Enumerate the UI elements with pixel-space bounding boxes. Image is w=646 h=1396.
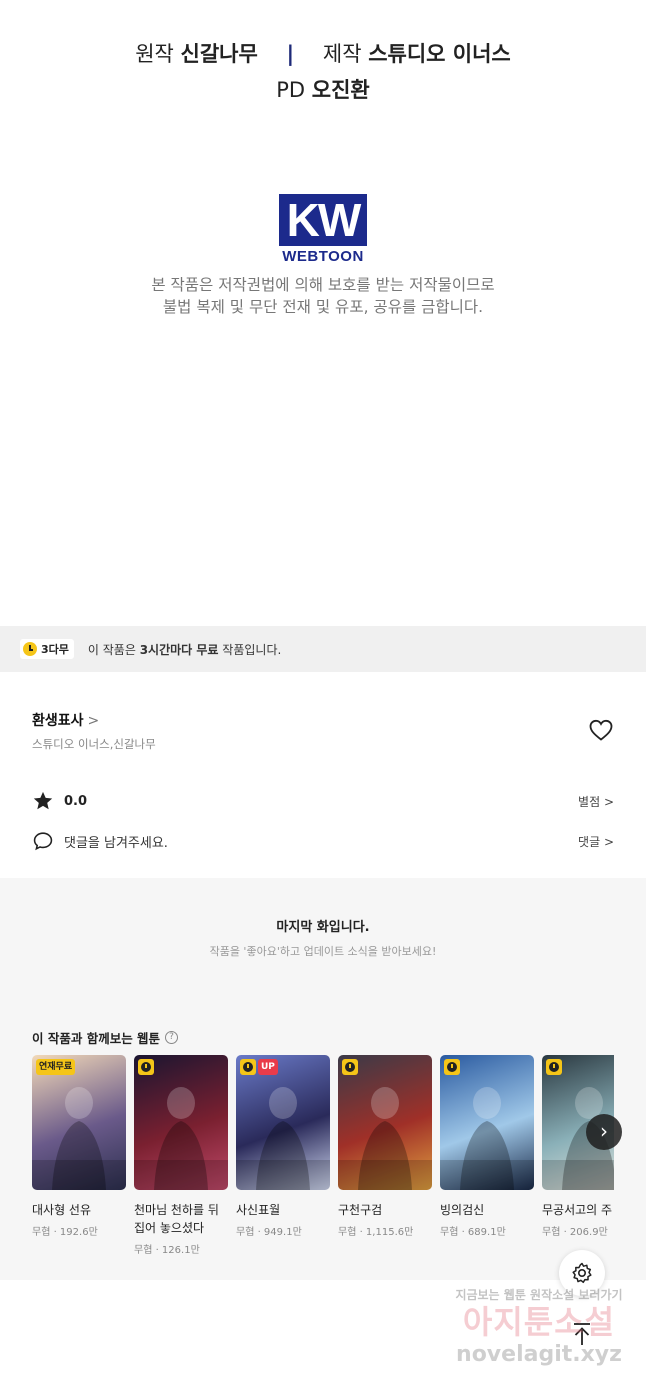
clock-icon: [240, 1059, 256, 1075]
rating-link[interactable]: 별점 >: [578, 793, 614, 810]
watermark-line-1: 지금보는 웹툰 원작소설 보러가기: [455, 1288, 623, 1302]
production-label: 제작: [322, 42, 362, 66]
watermark-line-3: novelagit.xyz: [456, 1342, 622, 1367]
card-title-line-2: 집어 놓으셨다: [134, 1221, 205, 1235]
cover-art: [32, 1087, 126, 1190]
gear-icon: [572, 1262, 592, 1284]
logo-subtext: WEBTOON: [282, 248, 364, 265]
free-notice-bar: 3다무 이 작품은 3시간마다 무료 작품입니다.: [0, 626, 646, 672]
recommendations-panel: 이 작품과 함께보는 웹툰 ? 연재무료 대사형 선유 무협 · 192.6만 천마님…: [0, 994, 646, 1280]
card-title: 빙의검신: [440, 1201, 534, 1219]
clock-icon: [444, 1059, 460, 1075]
comment-row[interactable]: 댓글을 남겨주세요. 댓글 >: [32, 828, 614, 854]
card-meta: 무협 · 192.6만: [32, 1227, 98, 1238]
chevron-right-icon: >: [87, 713, 100, 729]
help-icon[interactable]: ?: [165, 1031, 179, 1044]
last-episode-title: 마지막 화입니다.: [276, 920, 370, 935]
recommendations-title-text: 이 작품과 함께보는 웹툰: [32, 1031, 161, 1046]
notice-text: 이 작품은 3시간마다 무료 작품입니다.: [88, 641, 281, 658]
rating-row: 0.0 별점 >: [32, 788, 614, 814]
card-title: 사신표월: [236, 1201, 330, 1219]
clock-icon: [546, 1059, 562, 1075]
recommendation-card[interactable]: 연재무료대사형 선유무협 · 192.6만: [32, 1055, 126, 1238]
last-episode-notice: 마지막 화입니다. 작품을 '좋아요'하고 업데이트 소식을 받아보세요!: [0, 878, 646, 988]
free-serial-badge: 연재무료: [36, 1059, 76, 1075]
card-title-line-1: 빙의검신: [440, 1203, 485, 1217]
star-icon: [33, 791, 53, 810]
clock-icon: [23, 642, 37, 656]
card-meta: 무협 · 1,115.6만: [338, 1227, 414, 1238]
credits: 원작 신갈나무 | 제작 스튜디오 이너스 PD 오진환: [0, 38, 646, 106]
speech-bubble-icon: [33, 832, 53, 851]
recommendation-card[interactable]: 빙의검신무협 · 689.1만: [440, 1055, 534, 1238]
notice-suffix: 작품입니다.: [218, 642, 282, 657]
card-title-line-1: 구천구검: [338, 1203, 383, 1217]
clock-icon: [342, 1059, 358, 1075]
pd-label: PD: [276, 78, 306, 102]
logo-box: KW: [279, 194, 367, 246]
original-name: 신갈나무: [180, 42, 258, 66]
copyright-line-2: 불법 복제 및 무단 전재 및 유포, 공유를 금합니다.: [162, 298, 484, 316]
last-episode-subtitle: 작품을 '좋아요'하고 업데이트 소식을 받아보세요!: [209, 945, 437, 958]
card-thumbnail: UP: [236, 1055, 330, 1190]
kw-webtoon-logo: KW WEBTOON: [279, 194, 367, 265]
card-title-line-1: 대사형 선유: [32, 1203, 92, 1217]
production-name: 스튜디오 이너스: [368, 42, 511, 66]
card-title: 구천구검: [338, 1201, 432, 1219]
logo-letters: KW: [286, 194, 362, 246]
credit-row-pd: PD 오진환: [0, 74, 646, 106]
work-title: 환생표사: [32, 713, 84, 729]
cover-art: [440, 1087, 534, 1190]
card-title: 대사형 선유: [32, 1201, 126, 1219]
card-thumbnail: [338, 1055, 432, 1190]
recommendation-card[interactable]: 구천구검무협 · 1,115.6만: [338, 1055, 432, 1238]
copyright-line-1: 본 작품은 저작권법에 의해 보호를 받는 저작물이므로: [151, 276, 495, 294]
notice-bold: 3시간마다 무료: [139, 642, 219, 657]
card-title: 무공서고의 주: [542, 1201, 614, 1219]
comment-link[interactable]: 댓글 >: [578, 833, 614, 850]
watermark: 지금보는 웹툰 원작소설 보러가기 아지툰소설 novelagit.xyz: [444, 1286, 634, 1369]
recommendation-card[interactable]: UP 사신표월무협 · 949.1만: [236, 1055, 330, 1238]
work-title-link[interactable]: 환생표사 >: [32, 710, 99, 730]
card-meta: 무협 · 689.1만: [440, 1227, 506, 1238]
card-thumbnail: 연재무료: [32, 1055, 126, 1190]
credit-separator: |: [286, 42, 295, 66]
recommendations-section: 이 작품과 함께보는 웹툰 ? 연재무료 대사형 선유 무협 · 192.6만 천마님…: [0, 988, 646, 1280]
update-badge: UP: [258, 1059, 278, 1075]
wait-free-badge-label: 3다무: [41, 643, 69, 656]
cover-art: [338, 1087, 432, 1190]
work-info: 환생표사 > 스튜디오 이너스,신갈나무 0.0 별점 > 댓글을 남겨주세요. …: [0, 672, 646, 878]
wait-free-badge: 3다무: [20, 639, 74, 659]
carousel-next-button[interactable]: ›: [586, 1114, 622, 1150]
card-title-line-1: 무공서고의 주: [542, 1203, 613, 1217]
cover-art: [134, 1087, 228, 1190]
card-title-line-1: 사신표월: [236, 1203, 281, 1217]
card-meta: 무협 · 949.1만: [236, 1227, 302, 1238]
rating-value: 0.0: [64, 793, 88, 809]
work-authors: 스튜디오 이너스,신갈나무: [32, 737, 156, 751]
watermark-line-2: 아지툰소설: [462, 1303, 616, 1341]
original-label: 원작: [135, 42, 174, 66]
card-meta: 무협 · 126.1만: [134, 1245, 200, 1256]
card-title: 천마님 천하를 뒤집어 놓으셨다: [134, 1201, 228, 1237]
pd-name: 오진환: [311, 78, 370, 102]
card-meta: 무협 · 206.9만: [542, 1227, 608, 1238]
credit-row-main: 원작 신갈나무 | 제작 스튜디오 이너스: [0, 38, 646, 70]
cover-art: [236, 1087, 330, 1190]
card-thumbnail: [134, 1055, 228, 1190]
copyright-notice: 본 작품은 저작권법에 의해 보호를 받는 저작물이므로 불법 복제 및 무단 …: [0, 274, 646, 318]
heart-icon[interactable]: [588, 718, 614, 742]
clock-icon: [138, 1059, 154, 1075]
card-title-line-1: 천마님 천하를 뒤: [134, 1203, 219, 1217]
comment-placeholder: 댓글을 남겨주세요.: [64, 835, 168, 851]
card-thumbnail: [440, 1055, 534, 1190]
notice-prefix: 이 작품은: [87, 642, 140, 657]
recommendations-title: 이 작품과 함께보는 웹툰 ?: [32, 1028, 179, 1047]
recommendation-carousel: 연재무료 대사형 선유 무협 · 192.6만 천마님 천하를 뒤 집어 놓으셨다 무협 …: [32, 1055, 614, 1275]
recommendation-card[interactable]: 천마님 천하를 뒤집어 놓으셨다무협 · 126.1만: [134, 1055, 228, 1256]
